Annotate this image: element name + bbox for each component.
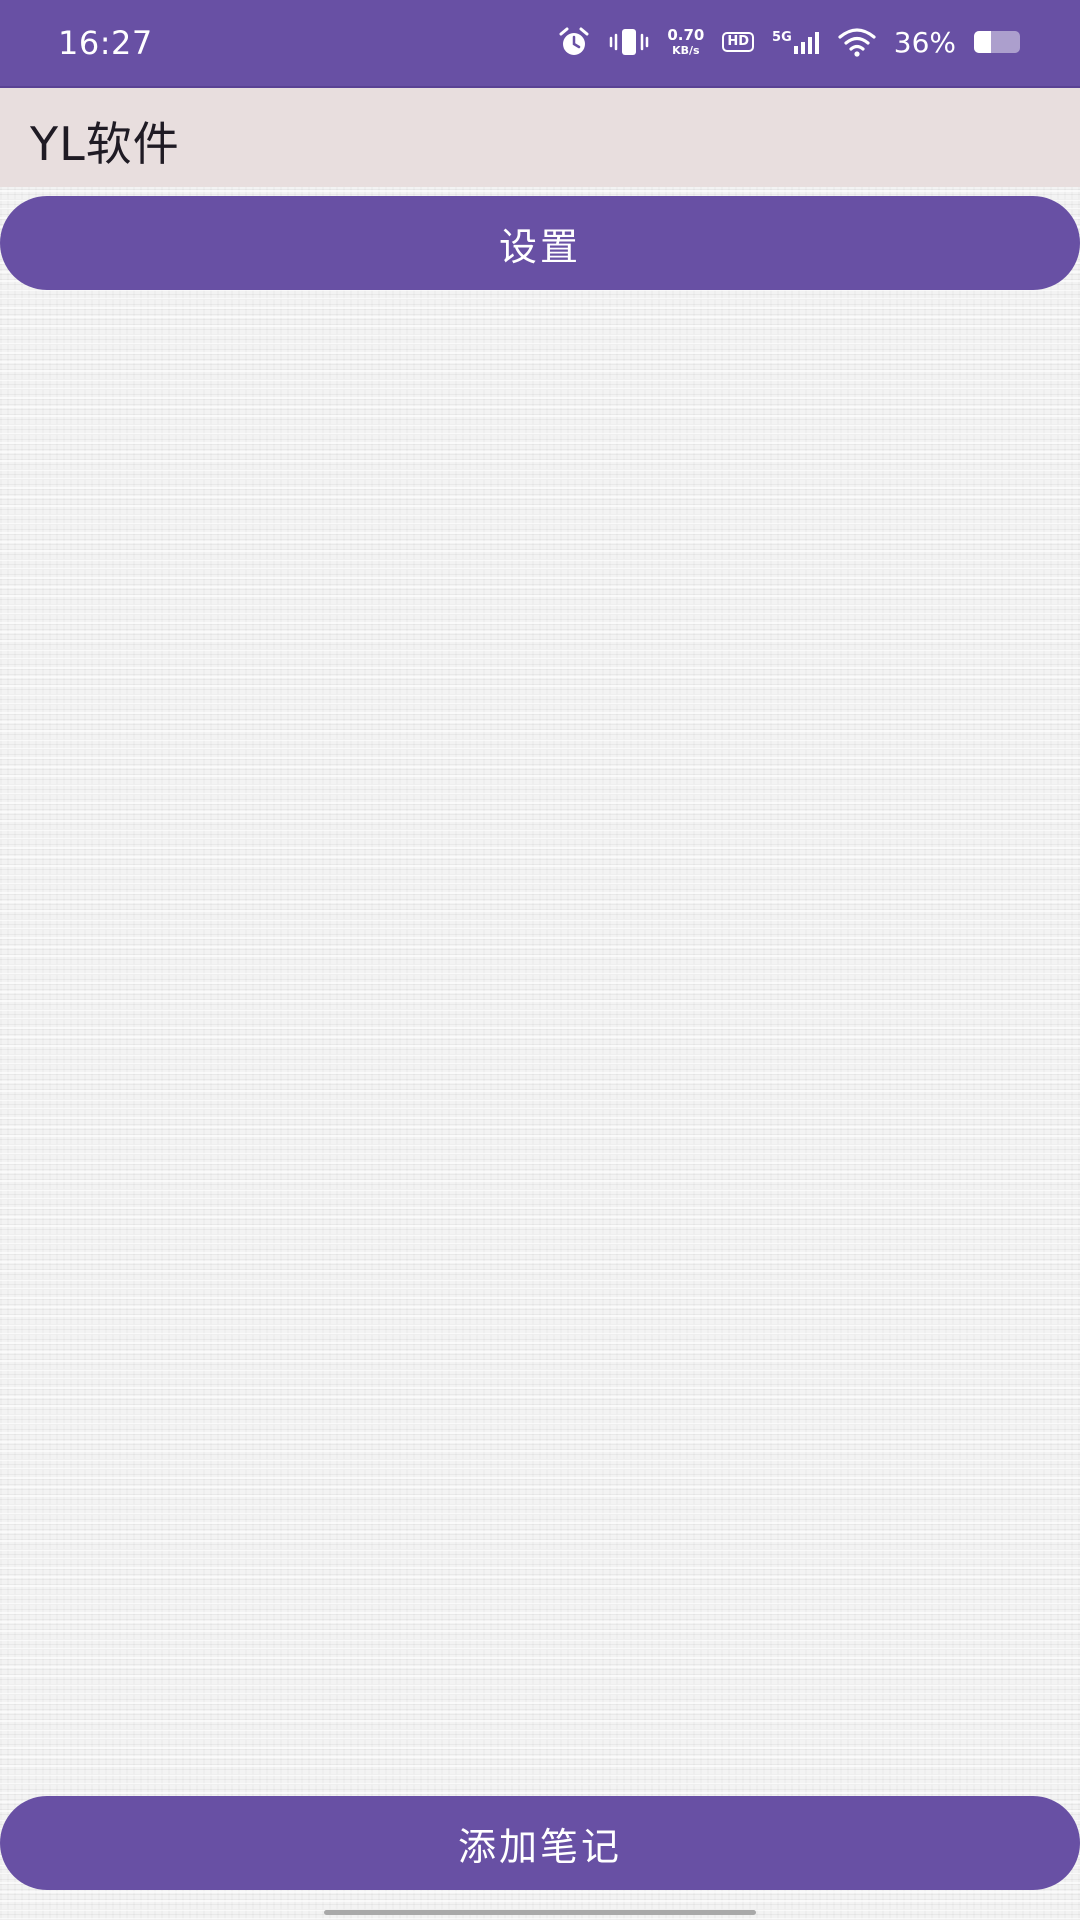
battery-fill	[974, 31, 991, 53]
app-bar: YL软件	[0, 86, 1080, 187]
net-speed: 0.70 KB/s	[667, 26, 705, 57]
hd-badge: HD	[722, 31, 755, 53]
battery-icon	[974, 31, 1020, 53]
gesture-navigation-bar[interactable]	[324, 1910, 756, 1915]
wifi-icon	[838, 27, 876, 57]
signal-icon: 5G	[772, 30, 820, 54]
battery-percent: 36%	[893, 25, 956, 59]
status-icons: 0.70 KB/s HD 5G 36%	[557, 22, 1020, 62]
settings-button[interactable]: 设置	[0, 196, 1080, 290]
net-speed-value: 0.70	[667, 26, 705, 44]
app-title: YL软件	[30, 117, 180, 171]
status-bar: 16:27 0.70 KB/s HD 5G 36%	[0, 0, 1080, 86]
status-time: 16:27	[58, 24, 153, 62]
add-note-button[interactable]: 添加笔记	[0, 1796, 1080, 1890]
net-speed-unit: KB/s	[672, 44, 700, 57]
notes-list-area	[0, 296, 1080, 1790]
vibrate-icon	[609, 25, 649, 59]
network-label: 5G	[772, 30, 792, 45]
alarm-icon	[557, 25, 591, 59]
